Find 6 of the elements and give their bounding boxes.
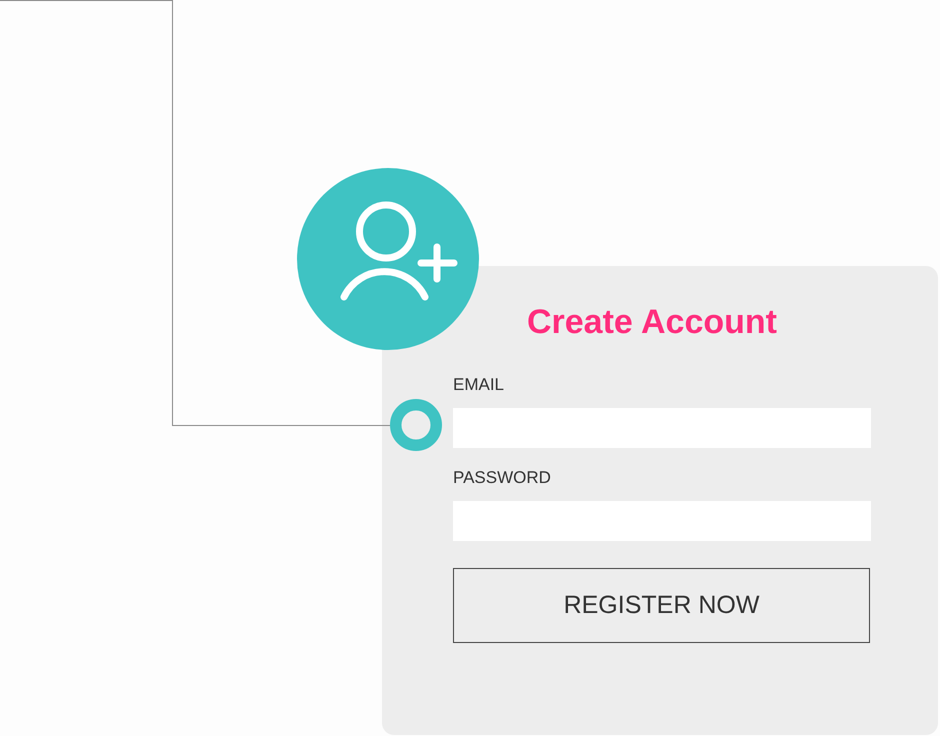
ring-icon <box>390 399 442 451</box>
form-title: Create Account <box>526 302 778 343</box>
field-label: EMAIL <box>453 375 504 395</box>
field-label: PASSWORD <box>453 468 551 488</box>
register-button[interactable]: REGISTER NOW <box>453 568 870 643</box>
add-user-icon <box>297 168 479 350</box>
